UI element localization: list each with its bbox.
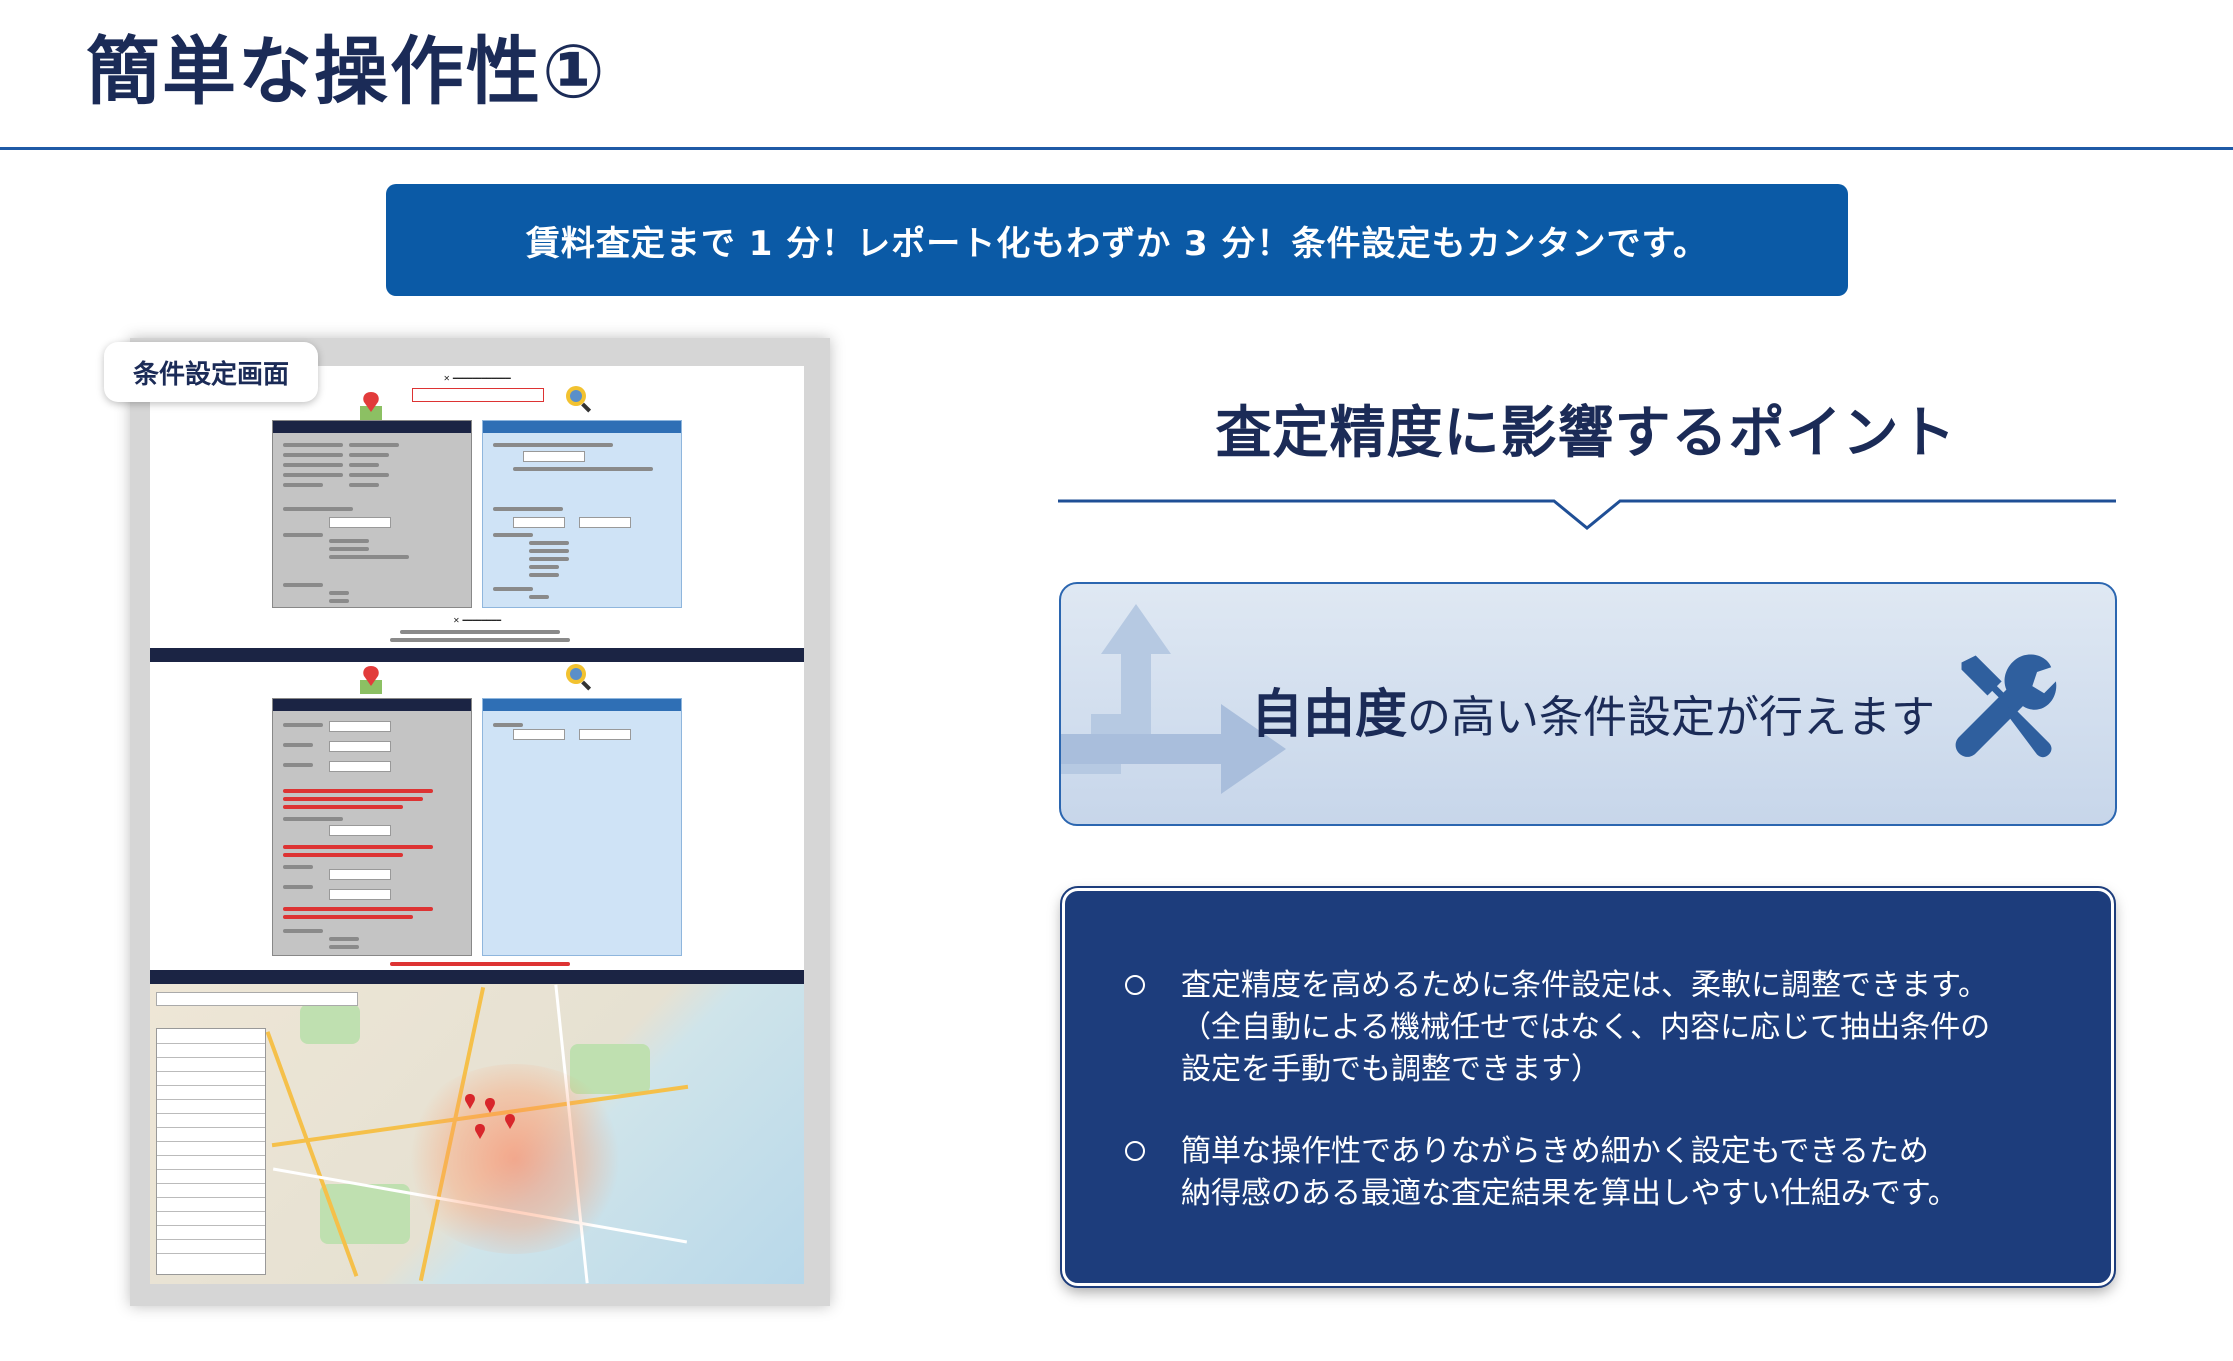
map-pin-icon [360,666,382,694]
thumb-target-panel-2 [272,698,472,956]
thumb-target-panel [272,420,472,608]
bullet-circle-icon [1125,1141,1145,1161]
thumb-map-table [156,1028,266,1275]
thumb-comparison-panel-2 [482,698,682,956]
flexibility-card: 自由度の高い条件設定が行えます [1059,582,2117,826]
map-pin-icon [360,392,382,420]
page-title: 簡単な操作性① [86,29,607,115]
thumb-navbar-2 [150,970,804,984]
thumb-map [150,984,804,1284]
flexibility-emphasis: 自由度 [1251,685,1408,745]
thumb-notice [412,388,544,402]
points-heading: 査定精度に影響するポイント [1215,401,1957,466]
map-pin-icon [465,1094,515,1139]
bullet-circle-icon [1125,975,1145,995]
screenshot-label: 条件設定画面 [104,342,318,402]
thumb-navbar [150,648,804,662]
headline-banner-text: 賃料査定まで 1 分！レポート化もわずか 3 分！条件設定もカンタンです。 [525,223,1709,264]
headline-banner: 賃料査定まで 1 分！レポート化もわずか 3 分！条件設定もカンタンです。 [386,184,1848,296]
details-panel: 査定精度を高めるために条件設定は、柔軟に調整できます。 （全自動による機械任せで… [1060,886,2116,1288]
settings-screen-thumbnail: ✕ ━━━━━━━━━━━━ ✕ ━━━━━━━━ [150,366,804,1284]
tools-icon [1955,654,2057,758]
title-divider [0,147,2233,150]
flexibility-rest: の高い条件設定が行えます [1407,692,1936,743]
thumb-subheading: ✕ ━━━━━━━━ [452,616,502,625]
magnifier-icon [566,386,592,413]
magnifier-icon [566,664,592,691]
points-divider [1058,499,2116,530]
flexibility-text: 自由度の高い条件設定が行えます [1251,672,1935,747]
thumb-comparison-panel [482,420,682,608]
